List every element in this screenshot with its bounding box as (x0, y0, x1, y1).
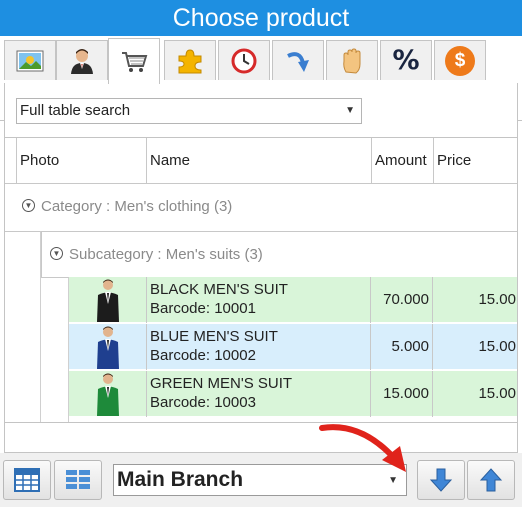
group-category-label: Category : Men's clothing (3) (41, 198, 233, 215)
product-barcode: Barcode: 10001 (150, 300, 256, 317)
product-price: 15.00 (478, 291, 516, 308)
product-name: BLUE MEN'S SUIT (150, 328, 278, 345)
suit-photo-icon (96, 326, 119, 369)
column-header-amount[interactable]: Amount (372, 138, 434, 184)
product-amount: 70.000 (371, 277, 433, 323)
product-amount: 15.000 (371, 371, 433, 417)
row-indicator-header (5, 138, 17, 184)
tab-return[interactable] (272, 40, 324, 80)
product-name: BLACK MEN'S SUIT (150, 281, 288, 298)
column-header-price[interactable]: Price (434, 138, 517, 184)
table-row[interactable]: BLUE MEN'S SUIT Barcode: 10002 5.000 15.00 (69, 324, 517, 370)
annotation-arrow-icon (319, 424, 406, 472)
product-amount: 5.000 (371, 324, 433, 370)
table-view-button[interactable] (3, 460, 51, 500)
table-row[interactable]: GREEN MEN'S SUIT Barcode: 10003 15.000 15.0… (69, 371, 517, 417)
dropdown-arrow-icon[interactable]: ▼ (345, 99, 355, 123)
move-up-button[interactable] (467, 460, 515, 500)
shopping-cart-icon (122, 51, 148, 72)
move-down-button[interactable] (417, 460, 465, 500)
image-icon (16, 50, 44, 71)
arrow-up-icon (479, 468, 503, 492)
arrow-down-icon (429, 468, 453, 492)
tab-history[interactable] (218, 40, 270, 80)
tab-stop[interactable] (326, 40, 378, 80)
suit-photo-icon (96, 373, 119, 416)
card-view-button[interactable] (54, 460, 102, 500)
redo-arrow-icon (287, 51, 309, 72)
window-title: Choose product (0, 0, 522, 36)
collapse-icon[interactable]: ▼ (22, 199, 35, 213)
dollar-symbol: $ (454, 49, 466, 71)
product-price: 15.00 (478, 338, 516, 355)
product-price: 15.00 (478, 385, 516, 402)
product-photo (69, 371, 147, 417)
product-photo (69, 277, 147, 323)
tab-discount[interactable]: % (380, 40, 432, 80)
group-row-category[interactable]: ▼ Category : Men's clothing (3) (5, 184, 517, 230)
product-barcode: Barcode: 10003 (150, 394, 256, 411)
tab-client[interactable] (56, 40, 108, 80)
dollar-coin-icon: $ (445, 45, 475, 76)
table-row[interactable]: BLACK MEN'S SUIT Barcode: 10001 70.000 15.0… (69, 277, 517, 323)
product-name: GREEN MEN'S SUIT (150, 375, 293, 392)
product-name-cell: GREEN MEN'S SUIT Barcode: 10003 (147, 371, 371, 417)
product-table: Photo Name Amount Price ▼ Category : Men'… (4, 137, 518, 423)
group-indent-level-2 (41, 277, 69, 422)
column-header-photo[interactable]: Photo (17, 138, 147, 184)
clock-icon (231, 48, 257, 73)
table-icon (14, 468, 40, 492)
group-subcategory-label: Subcategory : Men's suits (3) (69, 246, 263, 263)
tab-strip: % $ (0, 38, 522, 121)
hand-icon (343, 47, 361, 74)
group-indent-level-1 (5, 231, 41, 422)
tab-sale[interactable] (108, 38, 160, 84)
suit-photo-icon (96, 279, 119, 322)
column-header-name[interactable]: Name (147, 138, 372, 184)
puzzle-icon (178, 48, 202, 73)
grid-view-icon (66, 470, 90, 489)
product-photo (69, 324, 147, 370)
search-input[interactable]: Full table search ▼ (16, 98, 362, 124)
user-icon (71, 48, 93, 74)
tab-extras[interactable] (164, 40, 216, 80)
collapse-icon[interactable]: ▼ (50, 247, 63, 261)
percent-icon: % (392, 45, 420, 76)
product-name-cell: BLUE MEN'S SUIT Barcode: 10002 (147, 324, 371, 370)
product-name-cell: BLACK MEN'S SUIT Barcode: 10001 (147, 277, 371, 323)
search-value: Full table search (20, 102, 131, 119)
branch-value: Main Branch (117, 468, 244, 491)
tab-photo[interactable] (4, 40, 56, 80)
product-barcode: Barcode: 10002 (150, 347, 256, 364)
group-row-subcategory[interactable]: ▼ Subcategory : Men's suits (3) (41, 231, 517, 277)
tab-payment[interactable]: $ (434, 40, 486, 80)
